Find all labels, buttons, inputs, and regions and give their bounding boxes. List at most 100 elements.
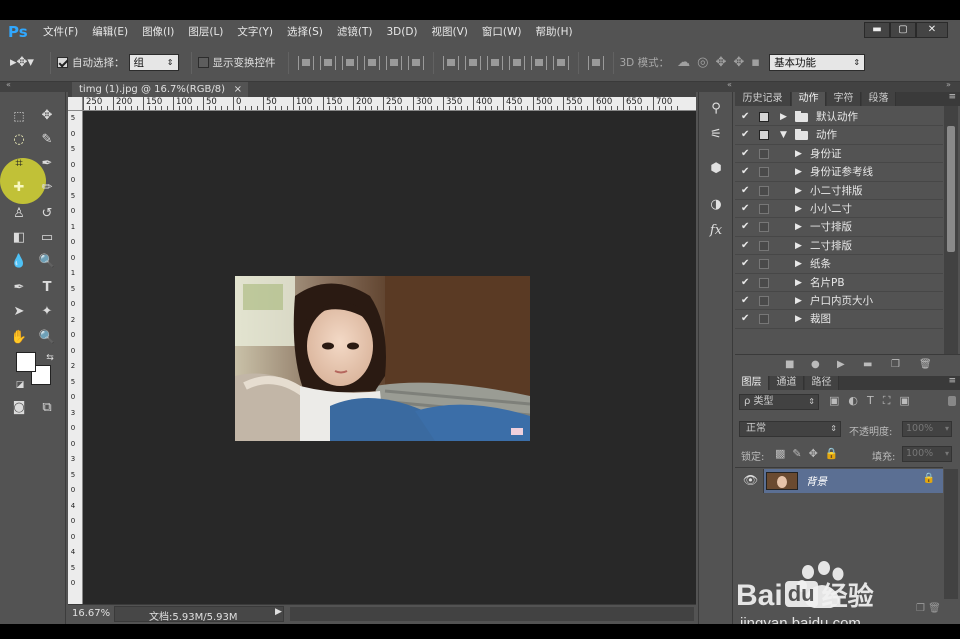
fx-panel-icon[interactable]: fx (705, 220, 727, 242)
adjust-panel-icon[interactable]: ⚟ (705, 124, 727, 146)
type-tool-icon[interactable]: T (37, 278, 57, 298)
expand-arrow-icon[interactable]: ▶ (795, 255, 802, 273)
action-dialog-toggle[interactable] (759, 296, 769, 306)
action-dialog-toggle[interactable] (759, 167, 769, 178)
action-dialog-toggle[interactable] (759, 240, 769, 251)
expand-arrow-icon[interactable]: ▶ (795, 163, 802, 181)
menu-item[interactable]: 帮助(H) (529, 20, 580, 44)
action-dialog-toggle[interactable] (759, 112, 769, 122)
menu-item[interactable]: 选择(S) (280, 20, 330, 44)
menu-item[interactable]: 文件(F) (36, 20, 85, 44)
fill-field[interactable]: 100% ▾ (902, 446, 952, 462)
action-dialog-toggle[interactable] (759, 222, 769, 233)
new-set-icon[interactable]: ▬ (863, 359, 872, 370)
menu-item[interactable]: 窗口(W) (475, 20, 529, 44)
expand-arrow-icon[interactable]: ▶ (795, 292, 802, 310)
screen-mode-icon[interactable]: ⧉ (37, 398, 57, 418)
collapse-left-icon[interactable]: « (6, 80, 11, 89)
action-row[interactable]: ✔ ▶ 小小二寸 (735, 200, 943, 219)
tab-close-icon[interactable]: × (234, 82, 242, 97)
stop-icon[interactable]: ■ (785, 359, 794, 370)
distribute-top-icon[interactable] (442, 55, 459, 70)
history-brush-tool-icon[interactable]: ↺ (37, 204, 57, 224)
eraser-tool-icon[interactable]: ◧ (9, 228, 29, 248)
distribute-vcenter-icon[interactable] (464, 55, 481, 70)
play-icon[interactable]: ▶ (837, 359, 845, 370)
quick-mask-icon[interactable]: ◙ (9, 398, 29, 418)
action-enable-check[interactable]: ✔ (741, 163, 749, 181)
panel-menu-icon[interactable]: ≡ (948, 376, 956, 386)
path-select-tool-icon[interactable]: ➤ (9, 302, 29, 322)
align-hcenter-icon[interactable] (385, 55, 402, 70)
tab-character[interactable]: 字符 (827, 92, 861, 106)
expand-arrow-icon[interactable]: ▶ (795, 145, 802, 163)
action-row[interactable]: ✔ ▶ 二寸排版 (735, 237, 943, 256)
action-row[interactable]: ✔ ▶ 名片PB (735, 274, 943, 292)
show-transform-checkbox[interactable] (197, 57, 209, 68)
action-dialog-toggle[interactable] (759, 130, 769, 141)
distribute-left-icon[interactable] (508, 55, 525, 70)
menu-item[interactable]: 文字(Y) (230, 20, 280, 44)
document-tab[interactable]: timg (1).jpg @ 16.7%(RGB/8) × (72, 82, 248, 97)
scroll-thumb[interactable] (947, 126, 955, 252)
expand-arrow-icon[interactable]: ▶ (795, 310, 802, 328)
menu-item[interactable]: 滤镜(T) (330, 20, 380, 44)
eyedropper-tool-icon[interactable]: ✒ (37, 154, 57, 174)
swap-colors-icon[interactable]: ⇆ (40, 348, 60, 368)
action-enable-check[interactable]: ✔ (741, 218, 749, 236)
layer-visibility-cell[interactable]: 👁 (735, 469, 764, 493)
action-dialog-toggle[interactable] (759, 185, 769, 196)
expand-arrow-icon[interactable]: ▶ (795, 274, 802, 292)
collapse-mid-icon[interactable]: « (727, 80, 732, 89)
record-icon[interactable]: ● (811, 359, 820, 370)
actions-scrollbar[interactable] (944, 106, 958, 354)
align-vcenter-icon[interactable] (319, 55, 336, 70)
horizontal-scrollbar[interactable] (290, 607, 694, 621)
action-enable-check[interactable]: ✔ (741, 274, 749, 292)
hand-tool-icon[interactable]: ✋ (9, 328, 29, 348)
dodge-tool-icon[interactable]: 🔍 (37, 252, 57, 272)
custom-shape-tool-icon[interactable]: ✦ (37, 302, 57, 322)
action-row[interactable]: ✔ ▼ 动作 (735, 126, 943, 145)
blend-mode-dropdown[interactable]: 正常 ⇕ (739, 421, 841, 437)
action-row[interactable]: ✔ ▶ 身份证参考线 (735, 163, 943, 182)
move-tool-preset-icon[interactable]: ▸✥▾ (0, 44, 44, 82)
zoom-tool-icon[interactable]: 🔍 (37, 328, 57, 348)
opacity-field[interactable]: 100% ▾ (902, 421, 952, 437)
layer-filter-icons[interactable]: ▣◐T⛶▣ (829, 394, 919, 408)
action-dialog-toggle[interactable] (759, 277, 769, 288)
tab-history[interactable]: 历史记录 (735, 92, 791, 106)
menu-item[interactable]: 视图(V) (425, 20, 475, 44)
properties-panel-icon[interactable]: ◑ (705, 194, 727, 216)
close-button[interactable]: ✕ (916, 22, 948, 38)
action-row[interactable]: ✔ ▶ 小二寸排版 (735, 182, 943, 200)
zoom-level[interactable]: 16.67% (72, 608, 110, 619)
expand-arrow-icon[interactable]: ▶ (795, 200, 802, 218)
tab-paths[interactable]: 路径 (805, 376, 839, 390)
layers-footer-icons[interactable]: ❐ 🗑 (916, 603, 956, 621)
action-dialog-toggle[interactable] (759, 148, 769, 159)
align-top-icon[interactable] (297, 55, 314, 70)
action-enable-check[interactable]: ✔ (741, 108, 749, 126)
ruler-corner[interactable] (68, 97, 83, 111)
healing-brush-tool-icon[interactable]: ✚ (9, 178, 29, 198)
action-enable-check[interactable]: ✔ (741, 237, 749, 255)
lock-icons[interactable]: ▩✎✥🔒 (775, 447, 846, 460)
maximize-button[interactable]: ▢ (890, 22, 916, 38)
move-tool-icon[interactable]: ✥ (37, 106, 57, 126)
status-arrow-icon[interactable]: ▶ (275, 607, 282, 617)
marquee-tool-icon[interactable]: ⬚ (9, 106, 29, 126)
tab-paragraph[interactable]: 段落 (862, 92, 896, 106)
minimize-button[interactable]: ▬ (864, 22, 890, 38)
action-row[interactable]: ✔ ▶ 一寸排版 (735, 218, 943, 237)
expand-arrow-icon[interactable]: ▶ (795, 218, 802, 236)
clone-stamp-tool-icon[interactable]: ♙ (9, 204, 29, 224)
auto-select-checkbox[interactable] (57, 57, 68, 68)
align-left-icon[interactable] (363, 55, 380, 70)
layer-kind-filter[interactable]: ρ 类型 ⇕ (739, 394, 819, 410)
menu-item[interactable]: 3D(D) (379, 20, 424, 44)
auto-align-icon[interactable] (587, 55, 604, 70)
filter-toggle[interactable] (948, 396, 956, 406)
canvas[interactable] (83, 112, 694, 604)
doc-info-box[interactable]: 文档:5.93M/5.93M (114, 606, 284, 623)
